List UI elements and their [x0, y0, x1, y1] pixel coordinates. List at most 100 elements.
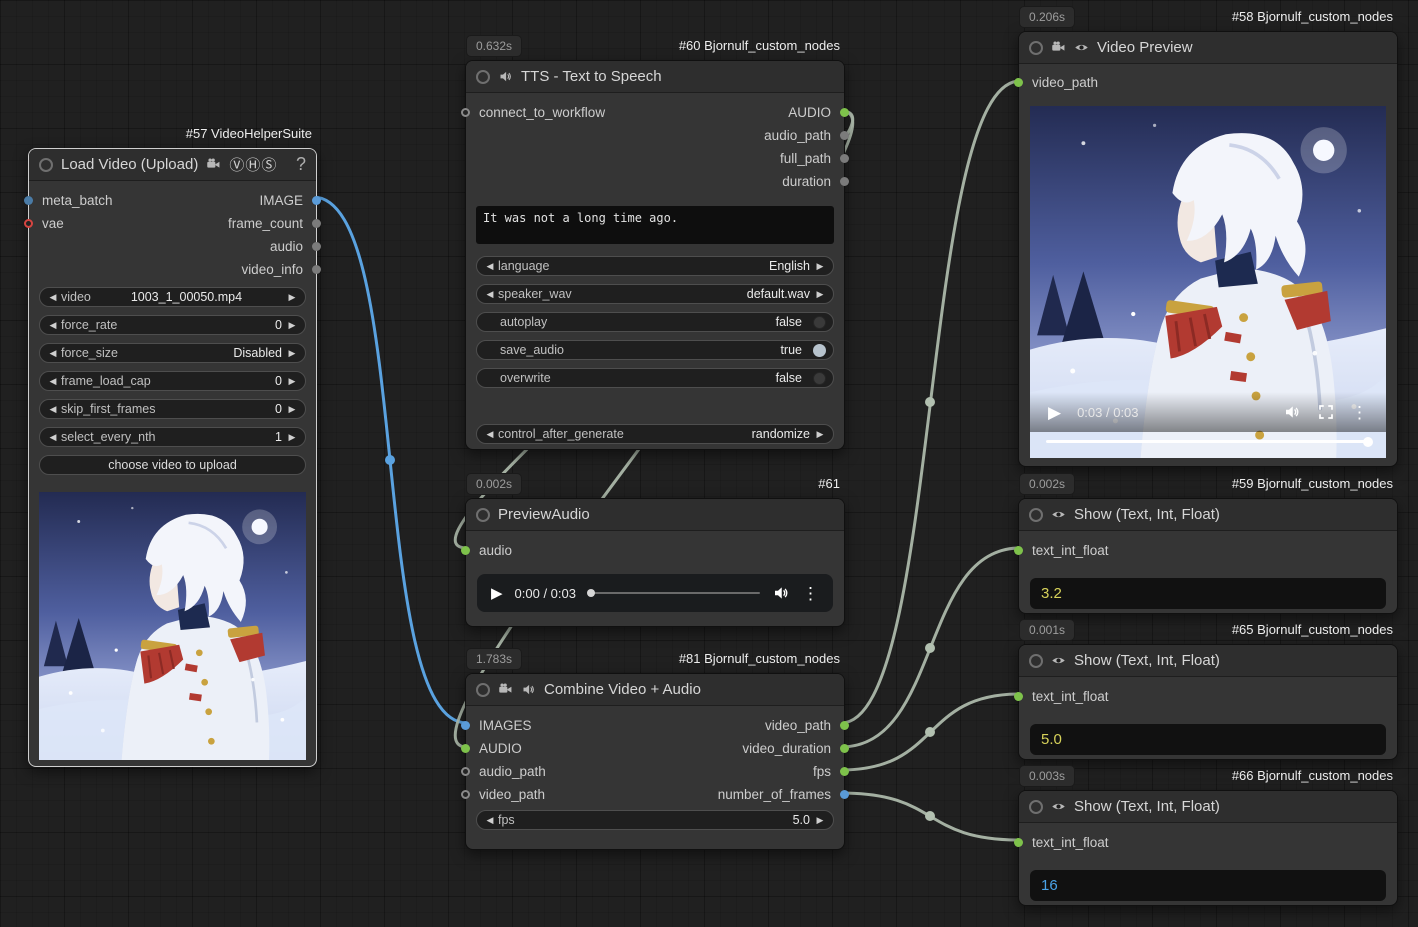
- slot-label: video_path: [479, 783, 545, 806]
- combo-right-arrow-icon[interactable]: ▶: [286, 320, 298, 331]
- combo-right-arrow-icon[interactable]: ▶: [286, 348, 298, 359]
- output-slot-audio[interactable]: [840, 108, 849, 117]
- collapse-dot[interactable]: [476, 70, 490, 84]
- collapse-dot[interactable]: [476, 508, 490, 522]
- fullscreen-icon[interactable]: [1317, 403, 1335, 421]
- combo-left-arrow-icon[interactable]: ◀: [484, 815, 496, 826]
- play-icon[interactable]: ▶: [1048, 404, 1061, 421]
- input-slot-text-int-float[interactable]: [1014, 546, 1023, 555]
- volume-icon[interactable]: [772, 584, 790, 602]
- collapse-dot[interactable]: [1029, 41, 1043, 55]
- output-slot-audio-path[interactable]: [840, 131, 849, 140]
- node-58-video-preview[interactable]: 0.206s #58 Bjornulf_custom_nodes Video P…: [1018, 31, 1398, 467]
- output-slot-video-info[interactable]: [312, 265, 321, 274]
- select-every-nth-widget[interactable]: ◀ select_every_nth 1 ▶: [39, 427, 306, 447]
- control-after-generate-widget[interactable]: ◀ control_after_generate randomize ▶: [476, 424, 834, 444]
- input-slot-vae[interactable]: [24, 219, 33, 228]
- collapse-dot[interactable]: [1029, 654, 1043, 668]
- speaker-wav-combo-widget[interactable]: ◀ speaker_wav default.wav ▶: [476, 284, 834, 304]
- node-header: Show (Text, Int, Float): [1019, 499, 1397, 531]
- node-graph-canvas[interactable]: #57 VideoHelperSuite Load Video (Upload)…: [0, 0, 1418, 927]
- input-slot-audio[interactable]: [461, 744, 470, 753]
- fps-number-widget[interactable]: ◀ fps 5.0 ▶: [476, 810, 834, 830]
- combo-left-arrow-icon[interactable]: ◀: [47, 320, 59, 331]
- node-title: Combine Video + Audio: [544, 681, 701, 698]
- combo-right-arrow-icon[interactable]: ▶: [286, 376, 298, 387]
- video-seek-bar[interactable]: [1046, 440, 1370, 443]
- collapse-dot[interactable]: [39, 158, 53, 172]
- node-59-show-text-int-float[interactable]: 0.002s #59 Bjornulf_custom_nodes Show (T…: [1018, 498, 1398, 614]
- combo-left-arrow-icon[interactable]: ◀: [47, 348, 59, 359]
- combo-left-arrow-icon[interactable]: ◀: [47, 376, 59, 387]
- node-57-load-video[interactable]: #57 VideoHelperSuite Load Video (Upload)…: [28, 148, 317, 767]
- output-slot-frame-count[interactable]: [312, 219, 321, 228]
- input-slot-text-int-float[interactable]: [1014, 838, 1023, 847]
- autoplay-toggle-widget[interactable]: autoplay false: [476, 312, 834, 332]
- combo-right-arrow-icon[interactable]: ▶: [286, 432, 298, 443]
- overwrite-toggle-widget[interactable]: overwrite false: [476, 368, 834, 388]
- output-slot-number-of-frames[interactable]: [840, 790, 849, 799]
- combo-left-arrow-icon[interactable]: ◀: [484, 429, 496, 440]
- output-slot-video-path[interactable]: [840, 721, 849, 730]
- slot-label: AUDIO: [479, 737, 522, 760]
- output-slot-duration[interactable]: [840, 177, 849, 186]
- widget-label: control_after_generate: [498, 427, 624, 441]
- input-slot-images[interactable]: [461, 721, 470, 730]
- collapse-dot[interactable]: [1029, 508, 1043, 522]
- kebab-menu-icon[interactable]: ⋮: [802, 585, 819, 602]
- seek-knob[interactable]: [587, 589, 595, 597]
- slot-label: video_path: [765, 714, 831, 737]
- choose-video-upload-button[interactable]: choose video to upload: [39, 455, 306, 475]
- combo-right-arrow-icon[interactable]: ▶: [286, 404, 298, 415]
- combo-right-arrow-icon[interactable]: ▶: [286, 292, 298, 303]
- force-rate-widget[interactable]: ◀ force_rate 0 ▶: [39, 315, 306, 335]
- play-icon[interactable]: ▶: [491, 586, 503, 601]
- input-slot-connect-to-workflow[interactable]: [461, 108, 470, 117]
- skip-first-frames-widget[interactable]: ◀ skip_first_frames 0 ▶: [39, 399, 306, 419]
- combo-right-arrow-icon[interactable]: ▶: [814, 289, 826, 300]
- input-slot-meta-batch[interactable]: [24, 196, 33, 205]
- toggle-off-icon[interactable]: [813, 316, 826, 329]
- output-slot-image[interactable]: [312, 196, 321, 205]
- combo-right-arrow-icon[interactable]: ▶: [814, 815, 826, 826]
- video-combo-widget[interactable]: ◀ video 1003_1_00050.mp4 ▶: [39, 287, 306, 307]
- combo-right-arrow-icon[interactable]: ▶: [814, 429, 826, 440]
- video-player[interactable]: ▶ 0:03 / 0:03 ⋮: [1030, 106, 1386, 458]
- collapse-dot[interactable]: [1029, 800, 1043, 814]
- combo-left-arrow-icon[interactable]: ◀: [484, 261, 496, 272]
- help-icon[interactable]: ?: [296, 154, 306, 175]
- audio-player[interactable]: ▶ 0:00 / 0:03 ⋮: [477, 574, 833, 612]
- combo-left-arrow-icon[interactable]: ◀: [47, 404, 59, 415]
- force-size-widget[interactable]: ◀ force_size Disabled ▶: [39, 343, 306, 363]
- output-slot-audio[interactable]: [312, 242, 321, 251]
- output-slot-fps[interactable]: [840, 767, 849, 776]
- node-61-preview-audio[interactable]: 0.002s #61 PreviewAudio audio ▶ 0:00 / 0…: [465, 498, 845, 627]
- toggle-on-icon[interactable]: [813, 344, 826, 357]
- slot-label: text_int_float: [1032, 831, 1109, 854]
- input-slot-audio-path[interactable]: [461, 767, 470, 776]
- combo-left-arrow-icon[interactable]: ◀: [47, 292, 59, 303]
- combo-left-arrow-icon[interactable]: ◀: [47, 432, 59, 443]
- output-slot-video-duration[interactable]: [840, 744, 849, 753]
- node-81-combine-video-audio[interactable]: 1.783s #81 Bjornulf_custom_nodes Combine…: [465, 673, 845, 850]
- node-66-show-text-int-float[interactable]: 0.003s #66 Bjornulf_custom_nodes Show (T…: [1018, 790, 1398, 906]
- input-slot-audio[interactable]: [461, 546, 470, 555]
- seek-knob[interactable]: [1363, 437, 1373, 447]
- input-slot-text-int-float[interactable]: [1014, 692, 1023, 701]
- combo-right-arrow-icon[interactable]: ▶: [814, 261, 826, 272]
- language-combo-widget[interactable]: ◀ language English ▶: [476, 256, 834, 276]
- save-audio-toggle-widget[interactable]: save_audio true: [476, 340, 834, 360]
- collapse-dot[interactable]: [476, 683, 490, 697]
- input-slot-video-path[interactable]: [461, 790, 470, 799]
- output-slot-full-path[interactable]: [840, 154, 849, 163]
- frame-load-cap-widget[interactable]: ◀ frame_load_cap 0 ▶: [39, 371, 306, 391]
- toggle-off-icon[interactable]: [813, 372, 826, 385]
- audio-seek-bar[interactable]: [588, 592, 760, 594]
- kebab-menu-icon[interactable]: ⋮: [1351, 404, 1368, 421]
- combo-left-arrow-icon[interactable]: ◀: [484, 289, 496, 300]
- tts-text-input[interactable]: It was not a long time ago.: [476, 206, 834, 244]
- node-60-tts[interactable]: 0.632s #60 Bjornulf_custom_nodes TTS - T…: [465, 60, 845, 450]
- volume-icon[interactable]: [1283, 403, 1301, 421]
- input-slot-video-path[interactable]: [1014, 78, 1023, 87]
- node-65-show-text-int-float[interactable]: 0.001s #65 Bjornulf_custom_nodes Show (T…: [1018, 644, 1398, 760]
